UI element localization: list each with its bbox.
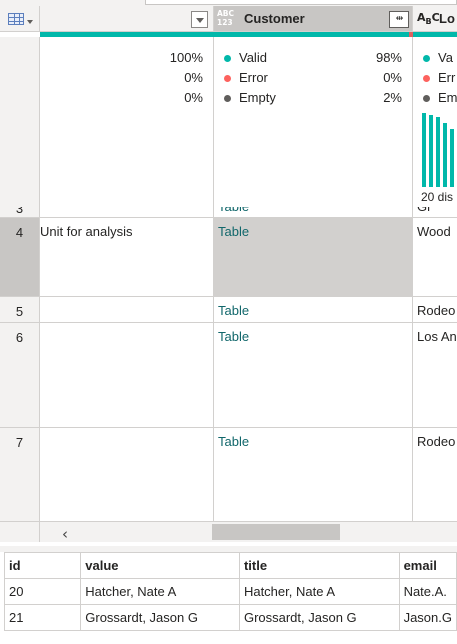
details-table: id value title email 20 Hatcher, Nate A … [3, 552, 457, 631]
stat-valid: Va [413, 49, 457, 67]
table-cell[interactable]: Unit for analysis [40, 218, 214, 297]
profile-gutter [0, 37, 40, 207]
table-cell[interactable] [40, 207, 214, 218]
empty-dot-icon [224, 95, 231, 102]
table-cell[interactable]: Los An [413, 323, 457, 428]
row-number[interactable]: 7 [0, 428, 40, 522]
stat-empty: 0% [184, 90, 203, 105]
table-cell[interactable] [40, 428, 214, 522]
table-cell[interactable] [40, 297, 214, 323]
table-cell[interactable]: 20 [3, 578, 82, 605]
table-icon [8, 13, 24, 25]
table-link-cell[interactable]: Table [214, 297, 413, 323]
column-header-id[interactable]: id [3, 552, 82, 579]
column-profile-location: Va Err Em 20 dis [413, 37, 457, 207]
error-dot-icon [224, 75, 231, 82]
distribution-bar[interactable] [450, 129, 454, 187]
distinct-count: 20 dis [421, 190, 454, 204]
column-header-first[interactable] [40, 6, 214, 32]
column-header-customer[interactable]: ABC 123 Customer ⇹ [214, 6, 413, 32]
distribution-bar[interactable] [429, 115, 433, 187]
table-cell[interactable]: Nate.A. [398, 578, 457, 605]
table-menu-button[interactable] [0, 6, 40, 32]
valid-dot-icon [224, 55, 231, 62]
table-cell[interactable]: Rodeo [413, 297, 457, 323]
table-cell[interactable]: Wood [413, 218, 457, 297]
table-cell[interactable]: Jason.G [398, 604, 457, 631]
scrollbar-thumb[interactable] [212, 524, 340, 540]
table-cell[interactable]: Hatcher, Nate A [80, 578, 240, 605]
column-header-location[interactable]: ABC Lo [413, 6, 457, 32]
table-link-cell[interactable]: Table [214, 428, 413, 522]
table-cell[interactable]: 21 [3, 604, 82, 631]
empty-dot-icon [423, 95, 430, 102]
query-tab-edge [145, 0, 457, 5]
stat-valid: Valid 98% [214, 49, 412, 67]
filter-dropdown-button[interactable] [191, 11, 208, 28]
expand-column-icon[interactable]: ⇹ [389, 11, 409, 28]
valid-dot-icon [423, 55, 430, 62]
type-text-icon[interactable]: ABC [417, 11, 440, 26]
table-header-row: id value title email [3, 552, 457, 579]
row-number[interactable]: 6 [0, 323, 40, 428]
column-profile-first: 100% 0% 0% [40, 37, 214, 207]
table-row[interactable]: 21 Grossardt, Jason G Grossardt, Jason G… [3, 604, 457, 631]
table-cell[interactable]: Grossardt, Jason G [238, 604, 400, 631]
column-header-email[interactable]: email [398, 552, 457, 579]
table-row[interactable]: 20 Hatcher, Nate A Hatcher, Nate A Nate.… [3, 578, 457, 605]
table-link-cell[interactable]: Table [214, 323, 413, 428]
table-cell[interactable]: Hatcher, Nate A [238, 578, 400, 605]
stat-error: 0% [184, 70, 203, 85]
column-title-customer: Customer [244, 11, 305, 26]
table-cell[interactable]: Rodeo [413, 428, 457, 522]
distribution-bar[interactable] [436, 117, 440, 187]
stat-error: Err [413, 69, 457, 87]
distribution-bar[interactable] [443, 123, 447, 187]
table-cell[interactable]: Gr [413, 207, 457, 218]
stat-valid: 100% [169, 50, 203, 65]
distribution-bar[interactable] [422, 113, 426, 187]
table-link-cell[interactable]: Table [214, 218, 413, 297]
row-number[interactable]: 4 [0, 218, 40, 297]
table-cell[interactable] [40, 323, 214, 428]
stat-empty: Empty 2% [214, 89, 412, 107]
column-profile-customer: Valid 98% Error 0% Empty 2% [214, 37, 413, 207]
error-dot-icon [423, 75, 430, 82]
stat-empty: Em [413, 89, 457, 107]
table-cell[interactable]: Grossardt, Jason G [80, 604, 240, 631]
row-number[interactable]: 3 [0, 207, 40, 218]
chevron-down-icon [27, 20, 33, 24]
scroll-left-icon[interactable]: ‹ [62, 525, 68, 543]
column-header-value[interactable]: value [80, 552, 240, 579]
row-number[interactable]: 5 [0, 297, 40, 323]
stat-error: Error 0% [214, 69, 412, 87]
column-title-location: Lo [439, 11, 455, 26]
gutter-scroll-corner [0, 522, 40, 542]
table-link-cell[interactable]: Table [214, 207, 413, 218]
type-any-icon[interactable]: ABC 123 [217, 9, 239, 29]
horizontal-scrollbar[interactable]: ‹ [40, 522, 457, 543]
column-header-title[interactable]: title [238, 552, 400, 579]
